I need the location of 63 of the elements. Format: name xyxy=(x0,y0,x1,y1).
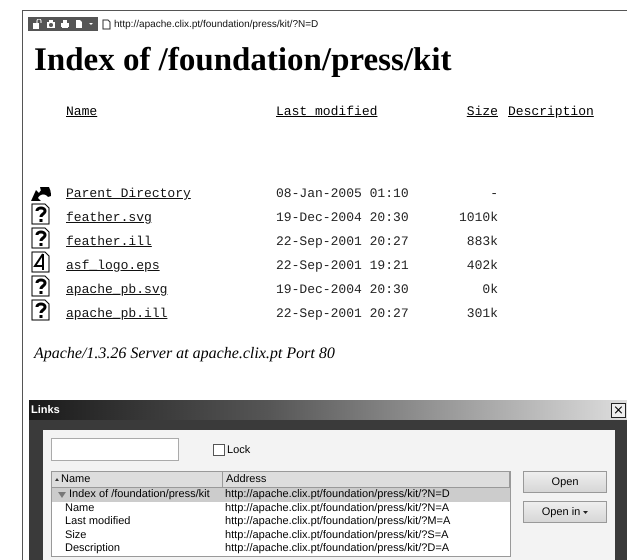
link-name: Index of /foundation/press/kit xyxy=(69,488,210,502)
link-name: Last modified xyxy=(65,515,130,528)
file-link[interactable]: apache_pb.svg xyxy=(66,282,168,299)
link-address: http://apache.clix.pt/foundation/press/kit/?N=D xyxy=(224,488,451,502)
file-link[interactable]: apache_pb.ill xyxy=(66,306,168,323)
date-cell-text: 22-Sep-2001 20:27 xyxy=(276,234,410,251)
table-row[interactable]: Name http://apache.clix.pt/foundation/press/kit/?N=A xyxy=(52,502,510,515)
printer-icon[interactable] xyxy=(60,19,70,29)
size-cell-text: 1010k xyxy=(458,210,499,227)
table-row[interactable]: Description http://apache.clix.pt/foundation/press/kit/?D=A xyxy=(52,542,510,556)
table-row[interactable]: Last modified http://apache.clix.pt/foundation/press/kit/?M=A xyxy=(52,515,510,528)
unknown-file-icon xyxy=(31,299,51,321)
image-file-icon xyxy=(31,251,51,273)
column-header[interactable]: Address xyxy=(223,472,510,487)
page-icon[interactable] xyxy=(74,19,84,29)
link-address: http://apache.clix.pt/foundation/press/kit/?D=A xyxy=(224,542,450,556)
unknown-file-icon xyxy=(31,275,51,297)
link-name: Name xyxy=(65,502,94,515)
file-link[interactable]: Parent Directory xyxy=(66,186,191,203)
link-name: Description xyxy=(65,542,120,556)
window-title: Links xyxy=(30,404,60,416)
date-cell-text: 19-Dec-2004 20:30 xyxy=(276,210,410,227)
column-heading[interactable]: Name xyxy=(66,104,276,119)
lock-checkbox[interactable] xyxy=(213,444,225,456)
link-name: Size xyxy=(65,528,86,542)
size-cell-text: 883k xyxy=(466,234,499,251)
page-icon xyxy=(102,18,111,30)
column-heading[interactable]: Last modified xyxy=(276,104,444,119)
link-address: http://apache.clix.pt/foundation/press/kit/?N=A xyxy=(224,502,450,515)
table-row[interactable]: Index of /foundation/press/kit http://apache.clix.pt/foundation/press/kit/?N=D xyxy=(52,488,510,502)
column-heading[interactable]: Description xyxy=(508,104,627,119)
checkbox-label[interactable]: Lock xyxy=(227,444,250,456)
lock-icon[interactable] xyxy=(32,19,42,29)
size-cell-text: 0k xyxy=(481,282,499,299)
column-header[interactable]: Name xyxy=(52,472,223,487)
url-text[interactable]: http://apache.clix.pt/foundation/press/kit/?N=D xyxy=(114,18,318,30)
back-arrow-icon xyxy=(31,187,51,201)
date-cell-text: 19-Dec-2004 20:30 xyxy=(276,282,410,299)
date-cell-text: 22-Sep-2001 19:21 xyxy=(276,258,410,275)
file-link[interactable]: feather.svg xyxy=(66,210,152,227)
column-heading[interactable]: Size xyxy=(444,104,508,119)
link-address: http://apache.clix.pt/foundation/press/kit/?M=A xyxy=(224,515,452,528)
unknown-file-icon xyxy=(31,227,51,249)
unknown-file-icon xyxy=(31,203,51,225)
page-heading: Index of /foundation/press/kit xyxy=(34,41,452,80)
sort-arrow-icon xyxy=(55,478,59,481)
table-row[interactable]: Size http://apache.clix.pt/foundation/press/kit/?S=A xyxy=(52,528,510,542)
filter-field[interactable] xyxy=(51,438,179,461)
open-button[interactable]: Open xyxy=(523,471,607,493)
menu-button[interactable]: Open in xyxy=(523,501,607,523)
camera-icon[interactable] xyxy=(46,19,56,29)
close-button[interactable]: × xyxy=(611,402,626,418)
date-cell-text: 22-Sep-2001 20:27 xyxy=(276,306,410,323)
size-cell-text: - xyxy=(489,186,499,203)
size-cell-text: 402k xyxy=(466,258,499,275)
file-link[interactable]: feather.ill xyxy=(66,234,152,251)
server-signature: Apache/1.3.26 Server at apache.clix.pt Port 80 xyxy=(34,345,335,363)
size-cell-text: 301k xyxy=(466,306,499,323)
caret-icon xyxy=(583,510,588,514)
link-address: http://apache.clix.pt/foundation/press/kit/?S=A xyxy=(224,528,450,542)
date-cell-text: 08-Jan-2005 01:10 xyxy=(276,186,410,203)
expanded-arrow-icon[interactable] xyxy=(58,492,66,498)
file-link[interactable]: asf_logo.eps xyxy=(66,258,160,275)
